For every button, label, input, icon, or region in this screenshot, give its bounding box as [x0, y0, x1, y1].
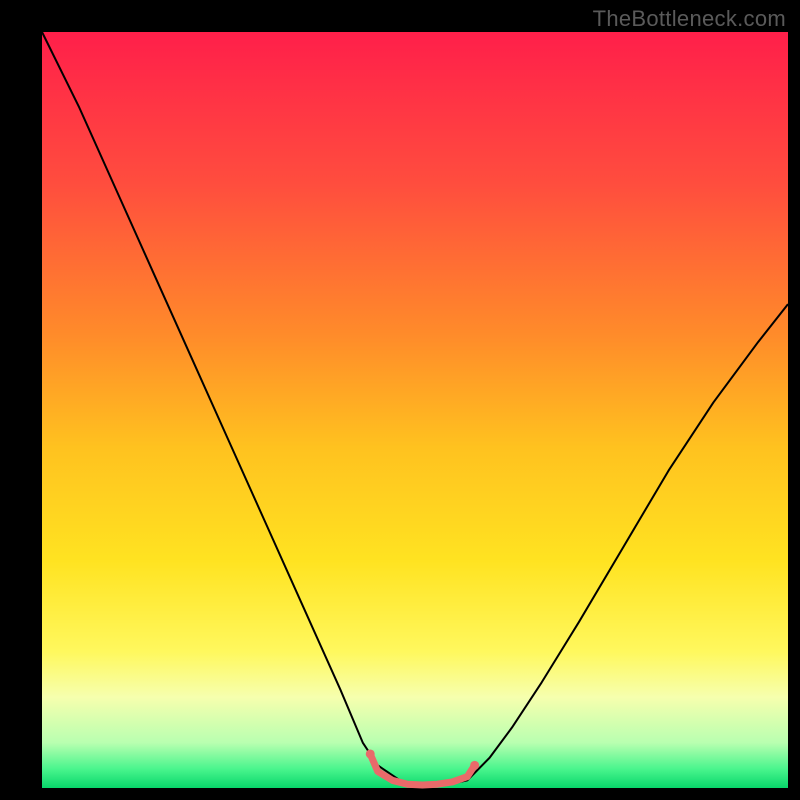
highlight-endpoint-marker [366, 749, 375, 758]
highlight-endpoint-marker [470, 761, 479, 770]
chart-background-gradient [42, 32, 788, 788]
bottleneck-chart [0, 0, 800, 800]
chart-frame: TheBottleneck.com [0, 0, 800, 800]
watermark-text: TheBottleneck.com [593, 6, 786, 32]
